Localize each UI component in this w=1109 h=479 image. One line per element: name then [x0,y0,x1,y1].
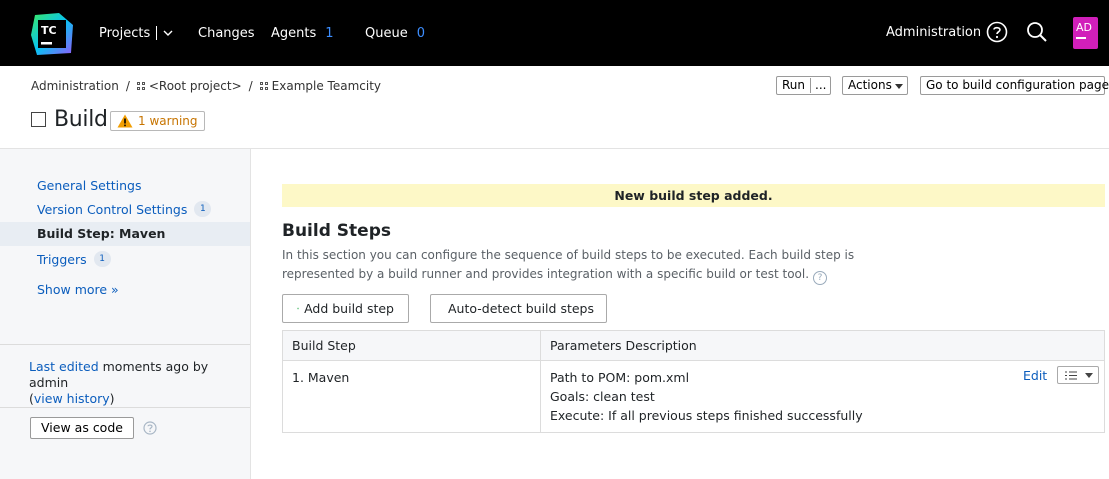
breadcrumb-root-project[interactable]: <Root project> [149,79,242,93]
build-steps-table: Build Step Parameters Description 1. Mav… [282,330,1105,433]
table-row[interactable]: 1. Maven Path to POM: pom.xml Goals: cle… [282,360,1105,433]
sidebar-divider [0,344,250,345]
help-icon[interactable] [986,21,1008,43]
sidebar-item-badge: 1 [93,251,111,267]
caret-down-icon [1085,373,1093,378]
column-header-build-step: Build Step [282,330,541,361]
add-build-step-label: Add build step [304,301,394,316]
projects-label: Projects [99,25,151,41]
agents-label: Agents [271,25,317,41]
add-build-step-button[interactable]: Add build step [282,294,409,323]
breadcrumb-example-teamcity[interactable]: Example Teamcity [272,79,381,93]
section-description-text: In this section you can configure the se… [282,248,855,281]
auto-detect-button[interactable]: Auto-detect build steps [430,294,607,323]
section-description: In this section you can configure the se… [282,246,922,285]
sidebar-item-label: Version Control Settings [37,201,188,217]
warning-icon [117,114,133,128]
breadcrumb: Administration / <Root project> / Exampl… [31,79,381,93]
build-step-parameters: Path to POM: pom.xml Goals: clean test E… [540,360,1105,433]
list-icon [1065,371,1077,380]
sidebar-item-label: Triggers [37,251,87,267]
actions-button[interactable]: Actions [842,76,908,95]
project-grid-icon [136,81,146,91]
run-options-button[interactable]: ... [815,77,826,94]
last-edited-link[interactable]: Last edited [29,359,99,374]
actions-label: Actions [848,78,892,92]
section-title: Build Steps [282,221,391,241]
breadcrumb-separator: / [125,79,130,93]
user-avatar[interactable]: AD [1073,17,1098,49]
last-edited-info: Last edited moments ago by admin (view h… [29,359,244,407]
view-as-code-button[interactable]: View as code [30,417,134,439]
sidebar-divider [0,407,250,408]
help-icon[interactable]: ? [813,271,828,285]
run-button[interactable]: Run [782,77,805,94]
param-pom-path: Path to POM: pom.xml [550,370,690,385]
teamcity-logo[interactable]: TC [29,11,75,57]
notice-banner: New build step added. [282,184,1105,207]
caret-down-icon [895,84,903,89]
step-options-button[interactable] [1057,366,1099,384]
sidebar-item-label: Build Step: Maven [37,226,166,241]
param-goals: Goals: clean test [550,389,655,404]
warning-count: 1 warning [138,114,198,128]
administration-link[interactable]: Administration [886,25,981,40]
queue-label: Queue [365,25,408,41]
page-header: Build [31,107,108,132]
goto-build-config-button[interactable]: Go to build configuration page [920,76,1109,95]
sidebar-item-triggers[interactable]: Triggers 1 [37,251,111,267]
help-icon[interactable] [143,421,157,435]
edit-step-link[interactable]: Edit [1023,368,1047,383]
run-button-divider [810,78,811,93]
sidebar-item-vcs-settings[interactable]: Version Control Settings 1 [37,201,212,217]
run-button-group: Run ... [776,76,831,95]
project-grid-icon [259,81,269,91]
chevron-down-icon[interactable] [163,29,173,37]
column-header-parameters: Parameters Description [540,330,1105,361]
search-icon[interactable] [1026,21,1048,43]
plus-icon [297,307,300,310]
avatar-initials: AD [1076,21,1092,34]
sidebar-item-badge: 1 [194,201,212,217]
queue-count: 0 [416,25,425,41]
sidebar-item-general-settings[interactable]: General Settings [37,178,142,193]
breadcrumb-separator: / [248,79,253,93]
page-title: Build [54,107,108,132]
svg-text:TC: TC [41,24,57,37]
breadcrumb-administration[interactable]: Administration [31,79,119,93]
param-execute: Execute: If all previous steps finished … [550,408,863,423]
projects-separator [156,26,158,40]
select-checkbox[interactable] [31,112,46,127]
auto-detect-label: Auto-detect build steps [448,301,594,316]
warning-badge[interactable]: 1 warning [110,111,205,131]
sidebar-item-build-step[interactable]: Build Step: Maven [37,226,165,241]
avatar-underline [1076,37,1086,39]
agents-link[interactable]: Agents 1 [271,25,334,41]
view-history-link[interactable]: view history [34,391,110,406]
agents-count: 1 [325,25,334,41]
build-step-name[interactable]: 1. Maven [282,360,541,433]
projects-menu[interactable]: Projects [99,25,173,41]
queue-link[interactable]: Queue 0 [365,25,425,41]
settings-sidebar: General Settings Version Control Setting… [0,149,251,479]
top-navigation-bar: TC Projects Changes Agents 1 Queue 0 Adm… [0,0,1109,66]
changes-link[interactable]: Changes [198,25,255,41]
paren-close: ) [109,391,115,406]
sidebar-item-label: General Settings [37,178,142,193]
table-header-row: Build Step Parameters Description [282,330,1105,361]
changes-label: Changes [198,25,255,41]
show-more-link[interactable]: Show more » [37,282,119,297]
